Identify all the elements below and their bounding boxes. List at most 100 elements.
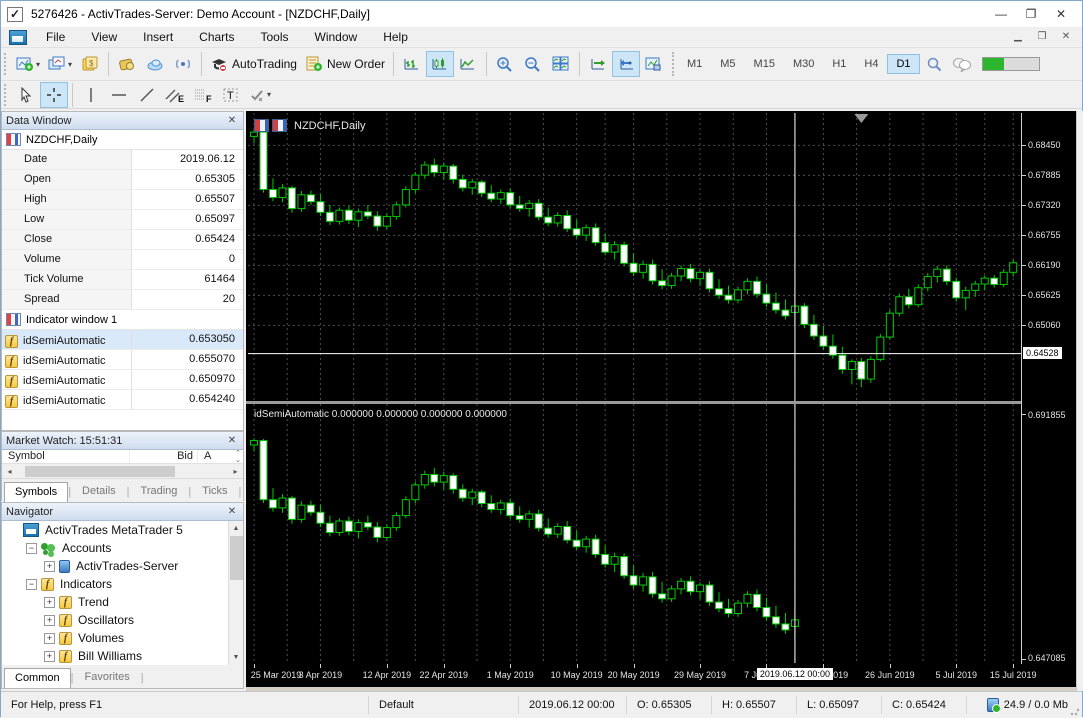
arrows-button[interactable]: ▾ [245,82,275,108]
expand-icon[interactable] [44,614,55,626]
chart-shift-button[interactable] [611,51,640,77]
scroll-left-icon[interactable]: ◂ [2,467,17,476]
market-watch-close-icon[interactable]: ✕ [225,435,239,446]
vertical-line-button[interactable] [77,82,105,108]
chat-button[interactable] [948,51,976,77]
navigator-item-activtrades-server[interactable]: ActivTrades-Server [2,557,243,575]
templates-button[interactable] [640,51,668,77]
navigator-item-volumes[interactable]: f Volumes [2,629,243,647]
expand-icon[interactable] [44,650,55,662]
timeframe-h1-button[interactable]: H1 [823,54,855,74]
fibonacci-button[interactable]: F [189,82,217,108]
main-chart-canvas[interactable] [248,113,1021,401]
hscroll-thumb[interactable] [25,465,175,477]
navigator-item-indicators[interactable]: f Indicators [2,575,243,593]
profiles-dropdown-icon[interactable]: ▾ [68,60,72,69]
timeframe-m1-button[interactable]: M1 [678,54,711,74]
scroll-up-icon[interactable]: ▲ [229,521,243,536]
timeframe-m15-button[interactable]: M15 [745,54,784,74]
market-watch-hscrollbar[interactable]: ◂ ▸ [2,464,243,479]
navigator-vscrollbar[interactable]: ▲ ▼ [228,521,243,665]
search-button[interactable] [920,51,948,77]
market-watch-tab-trading[interactable]: Trading [130,481,189,502]
horizontal-line-button[interactable] [105,82,133,108]
zoom-in-button[interactable] [491,51,519,77]
hscroll-track[interactable] [17,465,228,478]
cursor-button[interactable] [12,82,40,108]
new-order-label[interactable]: New Order [327,57,385,71]
sort-icons[interactable]: ⌃ ⌄ [235,450,241,463]
scroll-right-icon[interactable]: ▸ [228,467,243,476]
status-profile[interactable]: Default [369,696,519,714]
menu-insert[interactable]: Insert [130,27,186,47]
tile-windows-button[interactable] [547,51,575,77]
menu-tools[interactable]: Tools [248,27,302,47]
crosshair-button[interactable] [40,81,68,108]
cloud-button[interactable] [141,51,169,77]
time-axis[interactable]: 25 Mar 2019 3 Apr 2019 12 Apr 2019 22 Apr 2… [246,664,1076,687]
equidistant-channel-button[interactable]: E [161,82,189,108]
new-order-button[interactable]: New Order [301,51,389,77]
expand-icon[interactable] [44,596,55,608]
navigator-item-oscillators[interactable]: f Oscillators [2,611,243,629]
navigator-item-activtrades-metatrader-5[interactable]: ActivTrades MetaTrader 5 [2,521,243,539]
profiles-button[interactable]: ▾ [44,51,76,77]
line-chart-type-button[interactable] [454,51,482,77]
market-watch-tab-ticks[interactable]: Ticks [191,481,238,502]
resize-grip-icon[interactable] [1070,706,1080,716]
window-close-button[interactable]: ✕ [1046,4,1076,24]
trendline-button[interactable] [133,82,161,108]
signals-button[interactable] [169,51,197,77]
mdi-minimize-button[interactable]: ▁ [1006,29,1030,45]
mdi-restore-button[interactable]: ❐ [1030,29,1054,45]
toolbar-grip[interactable] [4,83,9,106]
toolbar-grip[interactable] [4,53,9,75]
data-window-close-icon[interactable]: ✕ [225,115,239,126]
column-symbol[interactable]: Symbol [2,450,130,463]
zoom-out-button[interactable] [519,51,547,77]
navigator-item-accounts[interactable]: Accounts [2,539,243,557]
text-label-button[interactable]: T [217,82,245,108]
window-maximize-button[interactable]: ❐ [1016,4,1046,24]
market-watch-tab-details[interactable]: Details [71,481,127,502]
window-minimize-button[interactable]: — [986,4,1016,24]
navigator-item-trend[interactable]: f Trend [2,593,243,611]
payments-button[interactable] [113,51,141,77]
new-chart-dropdown-icon[interactable]: ▾ [36,60,40,69]
autotrading-label[interactable]: AutoTrading [232,57,297,71]
price-axis[interactable]: 0.68450 0.67885 0.67320 0.66755 0.66190 0.656… [1021,111,1076,664]
autotrading-button[interactable]: AutoTrading [206,51,301,77]
auto-scroll-button[interactable] [584,51,612,77]
mdi-close-button[interactable]: ✕ [1054,29,1078,45]
indicator-value-row[interactable]: f idSemiAutomatic 0.654240 [2,390,243,410]
indicator-value-row[interactable]: f idSemiAutomatic 0.650970 [2,370,243,390]
column-bid[interactable]: Bid [130,450,198,463]
menu-window[interactable]: Window [302,27,371,47]
market-watch-tab-symbols[interactable]: Symbols [4,482,69,502]
timeframe-m30-button[interactable]: M30 [784,54,823,74]
scroll-down-icon[interactable]: ▼ [229,650,243,665]
timeframe-d1-button[interactable]: D1 [887,54,920,74]
chart-window[interactable]: NZDCHF,Daily idSemiAutomatic 0.000000 0.… [246,111,1083,691]
indicator-value-row[interactable]: f idSemiAutomatic 0.655070 [2,350,243,370]
navigator-close-icon[interactable]: ✕ [225,506,239,517]
arrows-dropdown-icon[interactable]: ▾ [267,90,271,99]
bar-chart-type-button[interactable] [398,51,426,77]
column-ask[interactable]: A ⌃ ⌄ [198,450,243,463]
candlestick-chart-type-button[interactable] [425,51,454,77]
indicator-chart-canvas[interactable] [248,404,1021,663]
menu-charts[interactable]: Charts [186,27,247,47]
vscroll-thumb[interactable] [230,536,243,580]
navigator-item-bill-williams[interactable]: f Bill Williams [2,647,243,665]
expand-icon[interactable] [44,632,55,644]
menu-file[interactable]: File [33,27,78,47]
indicator-value-row[interactable]: f idSemiAutomatic 0.653050 [2,330,243,350]
market-button[interactable]: $ [76,51,104,77]
timeframe-m5-button[interactable]: M5 [711,54,744,74]
navigator-tab-common[interactable]: Common [4,668,71,688]
navigator-tab-favorites[interactable]: Favorites [73,667,140,688]
new-chart-button[interactable]: ▾ [12,51,44,77]
timeframe-h4-button[interactable]: H4 [855,54,887,74]
menu-view[interactable]: View [78,27,130,47]
collapse-icon[interactable] [26,578,37,590]
